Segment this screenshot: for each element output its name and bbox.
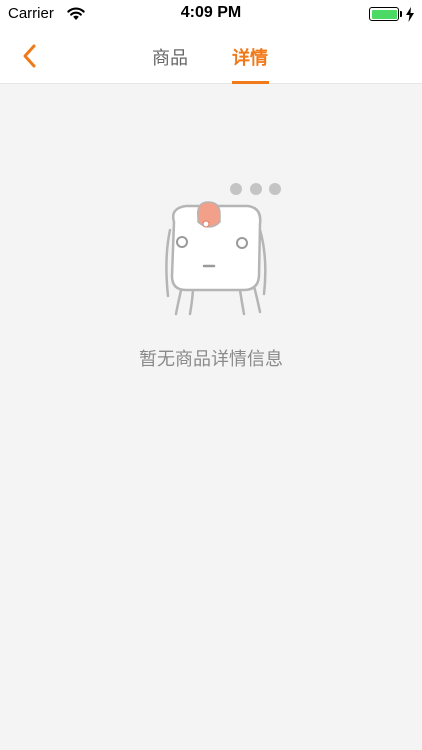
clock: 4:09 PM (180, 4, 242, 21)
battery-level-fill (371, 9, 397, 19)
chevron-left-icon[interactable] (16, 42, 44, 70)
battery-cap (400, 11, 402, 17)
tab-details[interactable]: 详情 (232, 44, 268, 70)
tab-goods[interactable]: 商品 (152, 44, 188, 70)
navigation-bar: 商品 详情 (0, 28, 422, 84)
empty-state-message: 暂无商品详情信息 (139, 349, 283, 370)
active-tab-indicator (232, 81, 269, 84)
status-bar: Carrier 4:09 PM (0, 0, 422, 28)
battery-icon (369, 7, 399, 21)
charging-bolt-icon (406, 7, 414, 22)
empty-mascot-illustration (165, 183, 281, 316)
